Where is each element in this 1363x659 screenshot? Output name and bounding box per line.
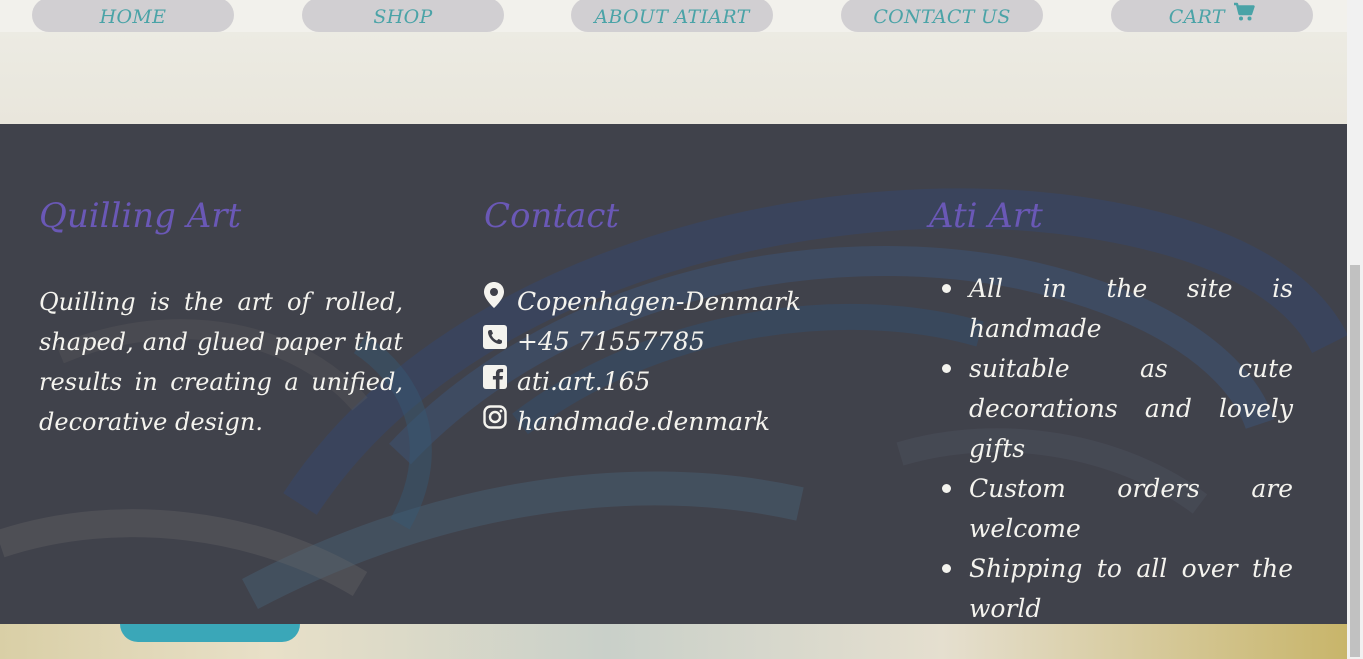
bottom-quilling-detail <box>120 624 300 642</box>
list-item: Custom orders are welcome <box>942 469 1293 549</box>
list-item: All in the site is handmade <box>942 269 1293 349</box>
nav-contact-button[interactable]: CONTACT US <box>841 0 1043 32</box>
footer-about-text: Quilling is the art of rolled, shaped, a… <box>39 288 403 436</box>
shopping-cart-icon <box>1233 0 1255 35</box>
map-marker-icon <box>483 281 509 321</box>
scrollbar-thumb[interactable] <box>1350 265 1360 657</box>
nav-shop-button[interactable]: SHOP <box>302 0 504 32</box>
footer-contact-title: Contact <box>484 196 620 236</box>
contact-location[interactable]: Copenhagen-Denmark <box>483 281 802 322</box>
nav-about-button[interactable]: ABOUT ATIART <box>571 0 773 32</box>
list-item: suitable as cute decorations and lovely … <box>942 349 1293 469</box>
contact-instagram-text: handmade.denmark <box>517 407 771 436</box>
contact-list: Copenhagen-Denmark +45 71557785 ati.art.… <box>483 281 802 442</box>
content-band <box>0 32 1347 124</box>
contact-facebook-text: ati.art.165 <box>517 367 651 396</box>
footer-contact-column: Contact <box>484 194 619 238</box>
top-nav: HOME SHOP ABOUT ATIART CONTACT US CART <box>0 0 1347 32</box>
nav-cart-button[interactable]: CART <box>1111 0 1313 32</box>
contact-instagram[interactable]: handmade.denmark <box>483 402 801 442</box>
footer: Quilling Art Quilling is the art of roll… <box>0 124 1347 624</box>
nav-home-button[interactable]: HOME <box>32 0 234 32</box>
footer-about-title: Quilling Art <box>39 196 242 236</box>
contact-phone-text: +45 71557785 <box>517 327 705 356</box>
footer-info-title: Ati Art <box>929 196 1043 236</box>
footer-info-column: Ati Art <box>929 194 1043 238</box>
contact-phone[interactable]: +45 71557785 <box>483 322 801 362</box>
features-list: All in the site is handmade suitable as … <box>942 269 1293 624</box>
facebook-icon <box>483 361 509 401</box>
contact-location-text: Copenhagen-Denmark <box>517 287 802 316</box>
contact-facebook[interactable]: ati.art.165 <box>483 362 801 402</box>
phone-icon <box>483 321 509 361</box>
footer-about-column: Quilling Art <box>39 194 241 238</box>
instagram-icon <box>483 401 509 441</box>
list-item: Shipping to all over the world <box>942 549 1293 624</box>
scrollbar[interactable] <box>1347 0 1363 659</box>
nav-cart-label: CART <box>1168 6 1225 28</box>
